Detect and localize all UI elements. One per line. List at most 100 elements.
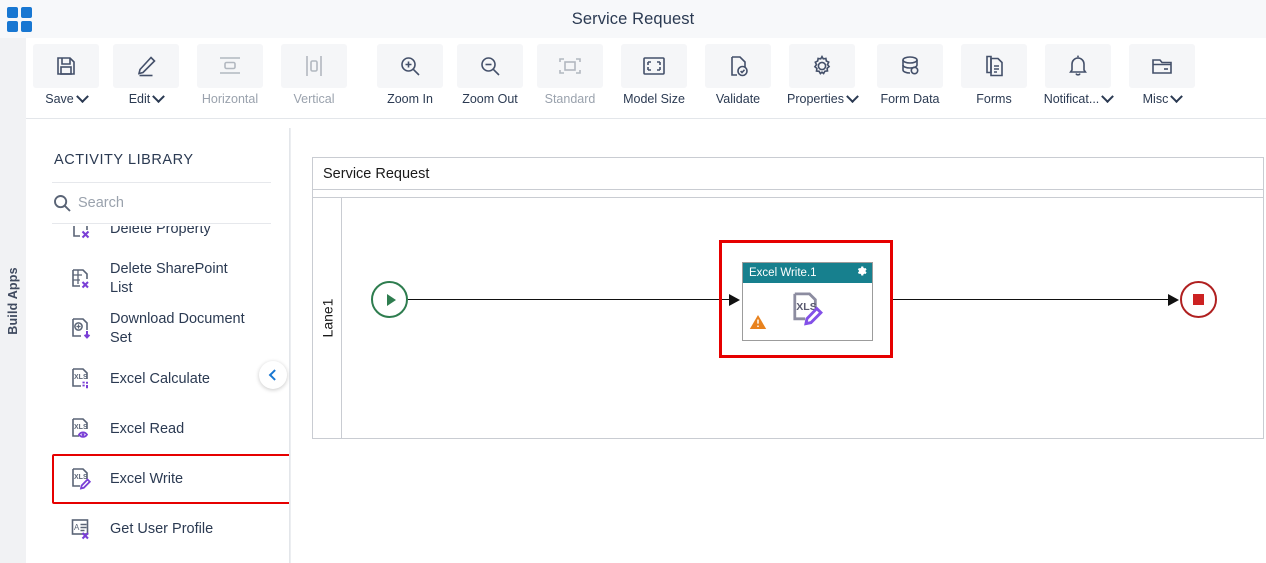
lane-label: Lane1 xyxy=(313,198,342,438)
connector-start-to-task[interactable] xyxy=(408,299,730,300)
title-bar: Service Request xyxy=(0,0,1266,38)
list-item[interactable]: Delete SharePoint List xyxy=(52,254,289,304)
toolbar-label: Validate xyxy=(715,92,761,106)
toolbar: Save Edit Horizontal Vertical Zoom In Zo… xyxy=(26,38,1266,119)
lane-label-text: Lane1 xyxy=(319,298,335,338)
pool-divider xyxy=(313,190,1263,198)
toolbar-button-forms[interactable]: Forms xyxy=(956,44,1032,106)
lane-body[interactable]: Excel Write.1 XLS xyxy=(342,198,1263,438)
toolbar-label: Properties xyxy=(787,92,844,106)
play-icon xyxy=(386,293,396,306)
task-node-excel-write[interactable]: Excel Write.1 XLS xyxy=(742,262,873,341)
toolbar-label: Zoom Out xyxy=(462,92,518,106)
model-size-icon xyxy=(621,44,687,88)
search-input[interactable] xyxy=(78,195,268,211)
database-icon xyxy=(877,44,943,88)
edit-pencil-icon xyxy=(113,44,179,88)
delete-sharepoint-list-icon xyxy=(66,264,96,294)
chevron-down-icon[interactable] xyxy=(75,89,89,103)
get-user-profile-icon: A xyxy=(66,514,96,544)
zoom-in-icon xyxy=(377,44,443,88)
bell-icon xyxy=(1045,44,1111,88)
svg-text:A: A xyxy=(74,523,80,532)
list-item[interactable]: XLS Excel Read xyxy=(52,404,289,454)
stop-square-icon xyxy=(1193,294,1204,305)
toolbar-button-standard[interactable]: Standard xyxy=(532,44,608,106)
toolbar-label: Vertical xyxy=(293,92,335,106)
toolbar-button-horizontal[interactable]: Horizontal xyxy=(188,44,272,106)
toolbar-label: Notificat... xyxy=(1043,92,1100,106)
pool-title: Service Request xyxy=(313,158,1263,190)
toolbar-label: Misc xyxy=(1142,92,1169,106)
selection-frame[interactable]: Excel Write.1 XLS xyxy=(719,240,893,358)
start-event[interactable] xyxy=(371,281,408,318)
chevron-down-icon[interactable] xyxy=(1101,89,1115,103)
toolbar-label: Standard xyxy=(544,92,596,106)
connector-task-to-end[interactable] xyxy=(893,299,1169,300)
application-window: Service Request Save Edit Horizontal Ver… xyxy=(0,0,1266,563)
toolbar-button-notifications[interactable]: Notificat... xyxy=(1036,44,1120,106)
toolbar-label: Edit xyxy=(128,92,151,106)
excel-read-icon: XLS xyxy=(66,414,96,444)
excel-write-icon: XLS xyxy=(786,288,830,337)
workflow-canvas[interactable]: Service Request Lane1 Excel Write.1 XLS xyxy=(290,128,1266,563)
list-item-label: Delete Property xyxy=(110,226,211,237)
toolbar-label: Save xyxy=(45,92,74,106)
activity-library-panel: ACTIVITY LIBRARY Delete Property Delete … xyxy=(26,128,290,563)
list-item[interactable]: Delete Property xyxy=(52,226,289,254)
list-item-label: Download Document Set xyxy=(110,311,245,346)
toolbar-button-properties[interactable]: Properties xyxy=(780,44,864,106)
end-event[interactable] xyxy=(1180,281,1217,318)
delete-property-icon xyxy=(66,226,96,244)
excel-calculate-icon: XLS xyxy=(66,364,96,394)
toolbar-button-edit[interactable]: Edit xyxy=(108,44,184,106)
list-item-label: Excel Calculate xyxy=(110,370,210,387)
horizontal-layout-icon xyxy=(197,44,263,88)
toolbar-button-save[interactable]: Save xyxy=(28,44,104,106)
chevron-down-icon[interactable] xyxy=(152,89,166,103)
activity-library-title: ACTIVITY LIBRARY xyxy=(54,152,194,168)
list-item-label: Excel Read xyxy=(110,420,185,437)
vertical-layout-icon xyxy=(281,44,347,88)
toolbar-label: Form Data xyxy=(880,92,940,106)
chevron-down-icon[interactable] xyxy=(1170,89,1184,103)
save-icon xyxy=(33,44,99,88)
toolbar-label: Model Size xyxy=(623,92,685,106)
page-title: Service Request xyxy=(571,9,695,28)
toolbar-label: Forms xyxy=(976,92,1012,106)
toolbar-button-form-data[interactable]: Form Data xyxy=(868,44,952,106)
arrowhead-icon xyxy=(1168,294,1179,306)
list-item[interactable]: Download Document Set xyxy=(52,304,289,354)
svg-text:XLS: XLS xyxy=(74,374,88,381)
toolbar-button-validate[interactable]: Validate xyxy=(700,44,776,106)
list-item[interactable]: A Get User Profile xyxy=(52,504,289,554)
zoom-out-icon xyxy=(457,44,523,88)
list-item-excel-write[interactable]: XLS Excel Write xyxy=(52,454,289,504)
left-rail-build-apps[interactable]: Build Apps xyxy=(6,267,20,335)
toolbar-button-vertical[interactable]: Vertical xyxy=(276,44,352,106)
list-item-label: Excel Write xyxy=(110,470,184,487)
search-icon xyxy=(52,193,78,213)
list-item[interactable]: XLS Excel Calculate xyxy=(52,354,289,404)
toolbar-button-zoom-out[interactable]: Zoom Out xyxy=(452,44,528,106)
document-icon xyxy=(961,44,1027,88)
validate-icon xyxy=(705,44,771,88)
warning-triangle-icon xyxy=(749,313,767,336)
chevron-left-icon xyxy=(268,369,281,381)
download-document-set-icon xyxy=(66,314,96,344)
lane: Lane1 Excel Write.1 XLS xyxy=(313,198,1263,438)
collapse-panel-button[interactable] xyxy=(259,361,287,389)
toolbar-button-zoom-in[interactable]: Zoom In xyxy=(372,44,448,106)
svg-text:XLS: XLS xyxy=(74,424,88,431)
toolbar-label: Zoom In xyxy=(387,92,433,106)
toolbar-label: Horizontal xyxy=(201,92,259,106)
chevron-down-icon[interactable] xyxy=(846,89,859,103)
activity-list[interactable]: Delete Property Delete SharePoint List D… xyxy=(52,226,289,563)
folder-icon xyxy=(1129,44,1195,88)
toolbar-button-model-size[interactable]: Model Size xyxy=(612,44,696,106)
gear-icon[interactable] xyxy=(855,264,867,282)
list-item-label: Delete SharePoint List xyxy=(110,261,228,296)
toolbar-button-misc[interactable]: Misc xyxy=(1124,44,1200,106)
left-rail: Build Apps xyxy=(0,38,26,563)
gear-icon xyxy=(789,44,855,88)
